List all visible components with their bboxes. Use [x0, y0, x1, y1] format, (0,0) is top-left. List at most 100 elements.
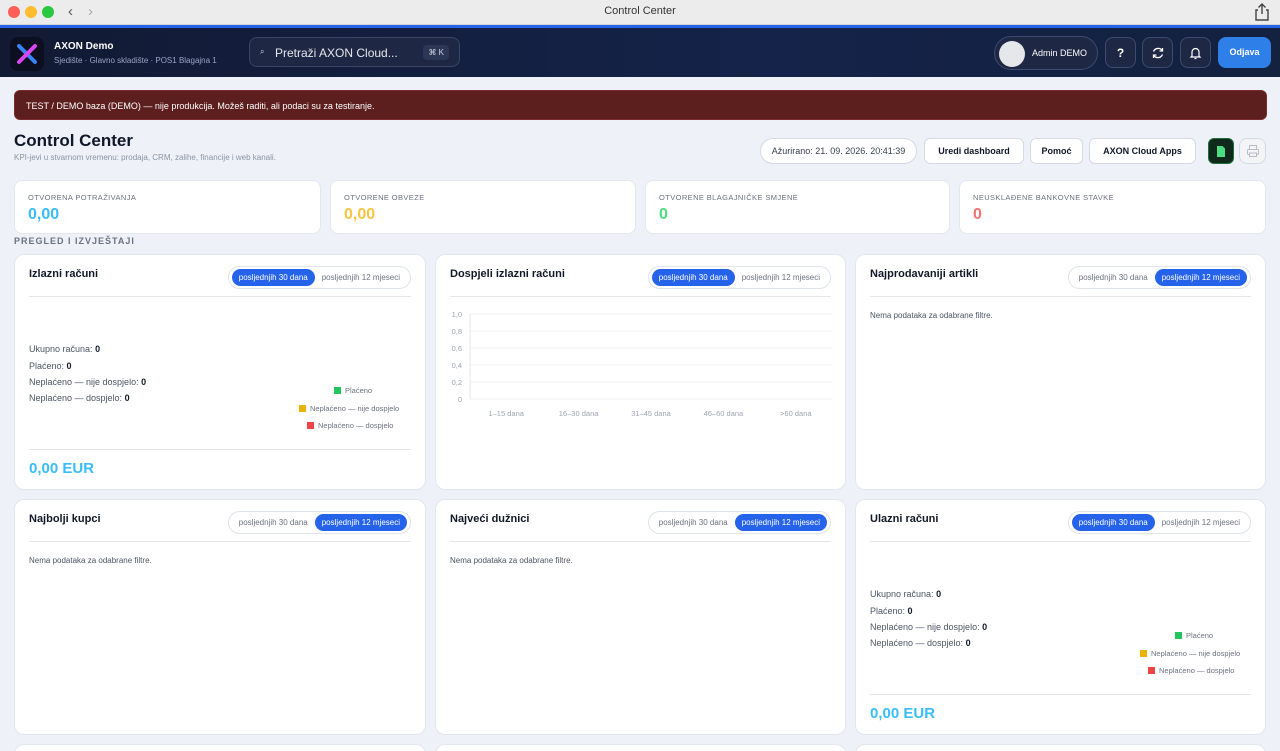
divider	[870, 296, 1251, 297]
y-tick-label: 0,6	[452, 344, 462, 353]
location-breadcrumb: Sjedište · Glavno skladište · POS1 Blaga…	[54, 56, 217, 65]
card-title: Najbolji kupci	[29, 513, 101, 525]
divider	[870, 694, 1251, 695]
stat-total-count: Ukupno računa: 0	[870, 589, 942, 599]
kpi-label: OTVORENE OBVEZE	[344, 193, 425, 202]
export-button[interactable]	[1208, 138, 1234, 164]
card-title: Dospjeli izlazni računi	[450, 268, 565, 280]
notifications-button[interactable]	[1180, 37, 1211, 68]
legend-unpaid-due: Neplaćeno — dospjelo	[1148, 666, 1234, 675]
logout-button[interactable]: Odjava	[1218, 37, 1271, 68]
card-title: Izlazni računi	[29, 268, 99, 280]
refresh-button[interactable]	[1142, 37, 1173, 68]
document-icon	[1217, 145, 1225, 157]
period-toggle: posljednjih 30 dana posljednjih 12 mjese…	[647, 511, 831, 534]
y-tick-label: 1,0	[452, 310, 462, 319]
empty-state-text: Nema podataka za odabrane filtre.	[29, 556, 152, 565]
user-name: Admin DEMO	[1032, 48, 1088, 58]
x-tick-label: 1–15 dana	[488, 409, 524, 418]
help-page-button[interactable]: Pomoć	[1030, 138, 1083, 164]
period-30-days[interactable]: posljednjih 30 dana	[652, 514, 735, 531]
stat-unpaid-due: Neplaćeno — dospjelo: 0	[29, 393, 130, 403]
kpi-label: NEUSKLAĐENE BANKOVNE STAVKE	[973, 193, 1114, 202]
legend-unpaid-not-due: Neplaćeno — nije dospjelo	[1140, 649, 1240, 658]
user-menu[interactable]: AD Admin DEMO	[994, 36, 1098, 70]
axon-logo[interactable]	[10, 37, 44, 71]
legend-paid: Plaćeno	[1175, 631, 1213, 640]
period-12-months[interactable]: posljednjih 12 mjeseci	[315, 269, 407, 286]
demo-warning-banner: TEST / DEMO baza (DEMO) — nije produkcij…	[14, 90, 1267, 120]
cloud-apps-button[interactable]: AXON Cloud Apps	[1089, 138, 1196, 164]
divider	[870, 541, 1251, 542]
period-12-months[interactable]: posljednjih 12 mjeseci	[734, 514, 827, 531]
kpi-label: OTVORENA POTRAŽIVANJA	[28, 193, 137, 202]
stat-paid: Plaćeno: 0	[29, 361, 72, 371]
divider	[450, 541, 831, 542]
help-button[interactable]: ?	[1105, 37, 1136, 68]
period-12-months[interactable]: posljednjih 12 mjeseci	[314, 514, 407, 531]
card-next-row	[14, 744, 426, 751]
card-top-debtors: Najveći dužnici posljednjih 30 dana posl…	[435, 499, 846, 735]
period-toggle: posljednjih 30 dana posljednjih 12 mjese…	[227, 511, 411, 534]
legend-unpaid-due: Neplaćeno — dospjelo	[307, 421, 393, 430]
x-tick-label: 16–30 dana	[559, 409, 599, 418]
help-icon: ?	[1116, 45, 1125, 60]
card-outgoing-invoices: Izlazni računi posljednjih 30 dana poslj…	[14, 254, 426, 490]
period-toggle: posljednjih 30 dana posljednjih 12 mjese…	[1067, 511, 1251, 534]
share-icon[interactable]	[1254, 3, 1270, 21]
edit-dashboard-button[interactable]: Uredi dashboard	[924, 138, 1024, 164]
stat-unpaid-not-due: Neplaćeno — nije dospjelo: 0	[29, 377, 147, 387]
page-title: Control Center	[14, 131, 133, 150]
total-amount: 0,00 EUR	[870, 705, 936, 722]
window-title: Control Center	[604, 5, 676, 17]
period-12-months[interactable]: posljednjih 12 mjeseci	[735, 269, 827, 286]
y-tick-label: 0,4	[452, 361, 462, 370]
period-30-days[interactable]: posljednjih 30 dana	[1071, 514, 1155, 531]
card-due-invoices: Dospjeli izlazni računi posljednjih 30 d…	[435, 254, 846, 490]
period-toggle: posljednjih 30 dana posljednjih 12 mjese…	[1067, 266, 1251, 289]
stat-total-count: Ukupno računa: 0	[29, 344, 101, 354]
empty-state-text: Nema podataka za odabrane filtre.	[450, 556, 573, 565]
kpi-card-receivables[interactable]: OTVORENA POTRAŽIVANJA 0,00	[14, 180, 321, 234]
app-header: AXON Demo Sjedište · Glavno skladište · …	[0, 25, 1280, 77]
brand-name: AXON Demo	[54, 41, 114, 52]
search-shortcut: ⌘ K	[423, 45, 449, 60]
legend-paid: Plaćeno	[334, 386, 372, 395]
period-12-months[interactable]: posljednjih 12 mjeseci	[1154, 269, 1247, 286]
settings-button[interactable]	[1239, 138, 1266, 164]
axon-logo-icon	[17, 44, 37, 64]
last-updated-badge: Ažurirano: 21. 09. 2026. 20:41:39	[760, 138, 917, 164]
refresh-icon	[1152, 47, 1163, 58]
period-30-days[interactable]: posljednjih 30 dana	[651, 269, 735, 286]
period-30-days[interactable]: posljednjih 30 dana	[232, 514, 315, 531]
divider	[29, 296, 411, 297]
kpi-card-payables[interactable]: OTVORENE OBVEZE 0,00	[330, 180, 636, 234]
legend-unpaid-not-due: Neplaćeno — nije dospjelo	[299, 404, 399, 413]
period-30-days[interactable]: posljednjih 30 dana	[231, 269, 315, 286]
period-30-days[interactable]: posljednjih 30 dana	[1072, 269, 1155, 286]
period-toggle: posljednjih 30 dana posljednjih 12 mjese…	[647, 266, 831, 289]
card-top-products: Najprodavaniji artikli posljednjih 30 da…	[855, 254, 1266, 490]
kpi-label: OTVORENE BLAGAJNIČKE SMJENE	[659, 193, 799, 202]
search-input[interactable]: ⌕ Pretraži AXON Cloud... ⌘ K	[249, 37, 460, 67]
search-placeholder: Pretraži AXON Cloud...	[275, 46, 398, 60]
total-amount: 0,00 EUR	[29, 460, 95, 477]
y-tick-label: 0,2	[452, 378, 462, 387]
card-next-row	[855, 744, 1266, 751]
kpi-value: 0	[973, 206, 982, 223]
kpi-card-cash-shifts[interactable]: OTVORENE BLAGAJNIČKE SMJENE 0	[645, 180, 950, 234]
stat-paid: Plaćeno: 0	[870, 606, 913, 616]
divider	[29, 449, 411, 450]
card-incoming-invoices: Ulazni računi posljednjih 30 dana poslje…	[855, 499, 1266, 735]
stat-unpaid-due: Neplaćeno — dospjelo: 0	[870, 638, 971, 648]
kpi-card-bank-items[interactable]: NEUSKLAĐENE BANKOVNE STAVKE 0	[959, 180, 1266, 234]
print-icon	[1246, 145, 1259, 157]
page-subtitle: KPI-jevi u stvarnom vremenu: prodaja, CR…	[14, 153, 276, 162]
kpi-value: 0	[659, 206, 668, 223]
divider	[450, 296, 831, 297]
card-title: Ulazni računi	[870, 513, 939, 525]
period-12-months[interactable]: posljednjih 12 mjeseci	[1155, 514, 1247, 531]
section-title: PREGLED I IZVJEŠTAJI	[14, 236, 135, 246]
card-top-customers: Najbolji kupci posljednjih 30 dana poslj…	[14, 499, 426, 735]
card-next-row	[435, 744, 846, 751]
